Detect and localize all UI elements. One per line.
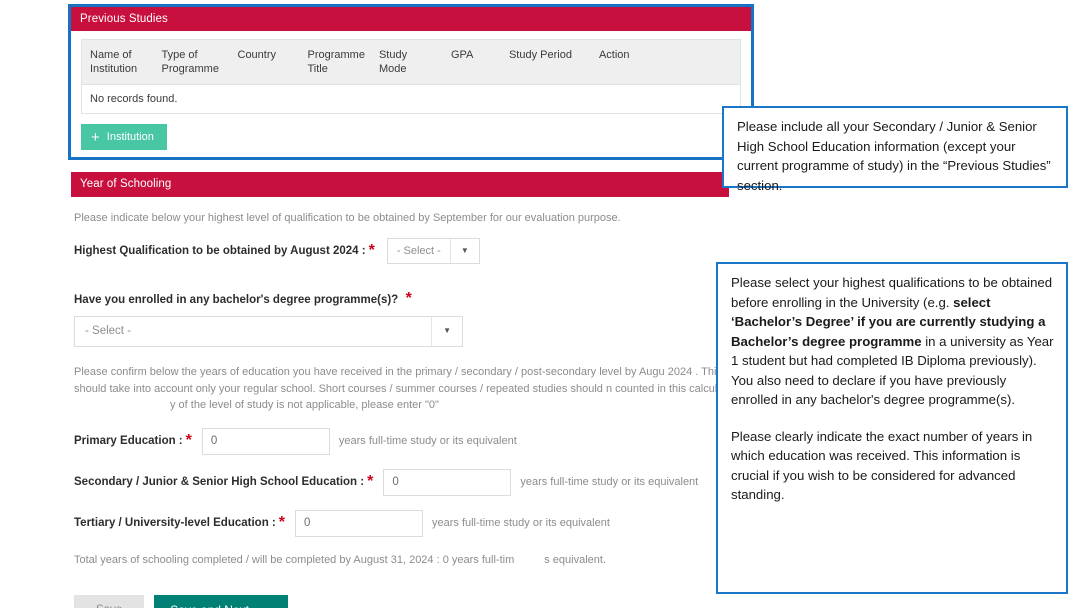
chevron-down-icon: ▼ [431,317,462,346]
column-country: Country [229,39,300,85]
column-name-of-institution: Name of Institution [81,39,154,85]
total-years-prefix: Total years of schooling completed / wil… [74,553,515,566]
callout-previous-studies: Please include all your Secondary / Juni… [722,106,1068,193]
confirm-text-line4: y of the level of study is not applicabl… [170,399,439,411]
table-header: Name of Institution Type of Programme Co… [81,39,741,85]
callout-qualification-paragraph-2: Please clearly indicate the exact number… [731,428,1033,503]
column-action: Action [590,39,741,85]
confirm-text-line3: counted in this calcul [615,382,718,395]
chevron-down-icon: ▼ [460,246,469,255]
save-and-next-button[interactable]: Save and Next → [154,594,288,608]
primary-education-required: * [185,432,192,449]
secondary-education-input[interactable] [383,468,512,496]
table-header-row: Name of Institution Type of Programme Co… [81,39,741,85]
intro-text: Please indicate below your highest level… [74,212,621,224]
tertiary-education-label: Tertiary / University-level Education : [74,517,276,529]
tertiary-education-row: Tertiary / University-level Education : … [74,509,729,537]
redacted-gap [74,397,170,414]
secondary-education-label: Secondary / Junior & Senior High School … [74,476,365,488]
primary-education-input[interactable] [201,427,330,455]
highest-qualification-row: Highest Qualification to be obtained by … [74,238,729,264]
column-gpa: GPA [442,39,501,85]
column-type-of-programme: Type of Programme [153,39,230,85]
redacted-gap-2 [514,553,545,566]
callout-qual-text-a: Please select your highest qualification… [731,275,1053,310]
tertiary-education-input[interactable] [294,509,423,537]
save-and-next-label: Save and Next [170,603,249,608]
bachelor-enrolment-value: - Select - [85,325,132,337]
previous-studies-body: Name of Institution Type of Programme Co… [71,31,751,150]
previous-studies-table: Name of Institution Type of Programme Co… [81,39,741,114]
secondary-education-row: Secondary / Junior & Senior High School … [74,468,729,496]
column-programme-title: Programme Title [299,39,371,85]
callout-qualification: Please select your highest qualification… [716,262,1068,594]
tertiary-education-required: * [278,514,285,531]
add-institution-button[interactable]: + Institution [81,124,167,150]
column-study-mode: Study Mode [370,39,443,85]
highest-qualification-label: Highest Qualification to be obtained by … [74,245,366,257]
year-of-schooling-header: Year of Schooling [71,172,729,197]
total-years-suffix: s equivalent. [544,553,606,566]
primary-education-suffix: years full-time study or its equivalent [338,435,517,447]
primary-education-label: Primary Education : [74,435,183,447]
confirm-years-paragraph: Please confirm below the years of educat… [74,364,722,414]
total-years-line: Total years of schooling completed / wil… [74,553,729,566]
bachelor-enrolment-row: Have you enrolled in any bachelor's degr… [74,290,729,347]
primary-education-row: Primary Education : * years full-time st… [74,427,729,455]
arrow-right-icon: → [258,603,272,608]
bachelor-enrolment-required: * [405,290,412,307]
secondary-education-suffix: years full-time study or its equivalent [520,476,699,488]
confirm-text-line1: Please confirm below the years of educat… [74,366,665,378]
column-study-period: Study Period [500,39,591,85]
highest-qualification-value: - Select - [388,239,451,263]
form-actions: Save Save and Next → [74,594,729,608]
application-form-page: Previous Studies Name of Institution Typ… [0,0,1080,608]
table-row-empty: No records found. [81,84,741,114]
add-institution-label: Institution [106,131,154,143]
table-body: No records found. [81,84,741,114]
plus-icon: + [91,128,100,146]
previous-studies-header: Previous Studies [71,7,751,31]
highest-qualification-select[interactable]: - Select - ▼ [386,238,480,264]
highest-qualification-required: * [368,242,375,259]
bachelor-enrolment-label: Have you enrolled in any bachelor's degr… [74,294,399,306]
year-of-schooling-section: Year of Schooling Please indicate below … [71,172,729,608]
previous-studies-section: Previous Studies Name of Institution Typ… [68,4,754,160]
save-button[interactable]: Save [74,594,145,608]
no-records-message: No records found. [81,84,741,114]
tertiary-education-suffix: years full-time study or its equivalent [431,517,610,529]
secondary-education-required: * [367,473,374,490]
year-of-schooling-body: Please indicate below your highest level… [71,197,729,608]
callout-previous-studies-text: Please include all your Secondary / Juni… [737,119,1051,193]
callout-qualification-paragraph-1: Please select your highest qualification… [731,273,1054,410]
bachelor-enrolment-select[interactable]: - Select - ▼ [74,316,463,347]
